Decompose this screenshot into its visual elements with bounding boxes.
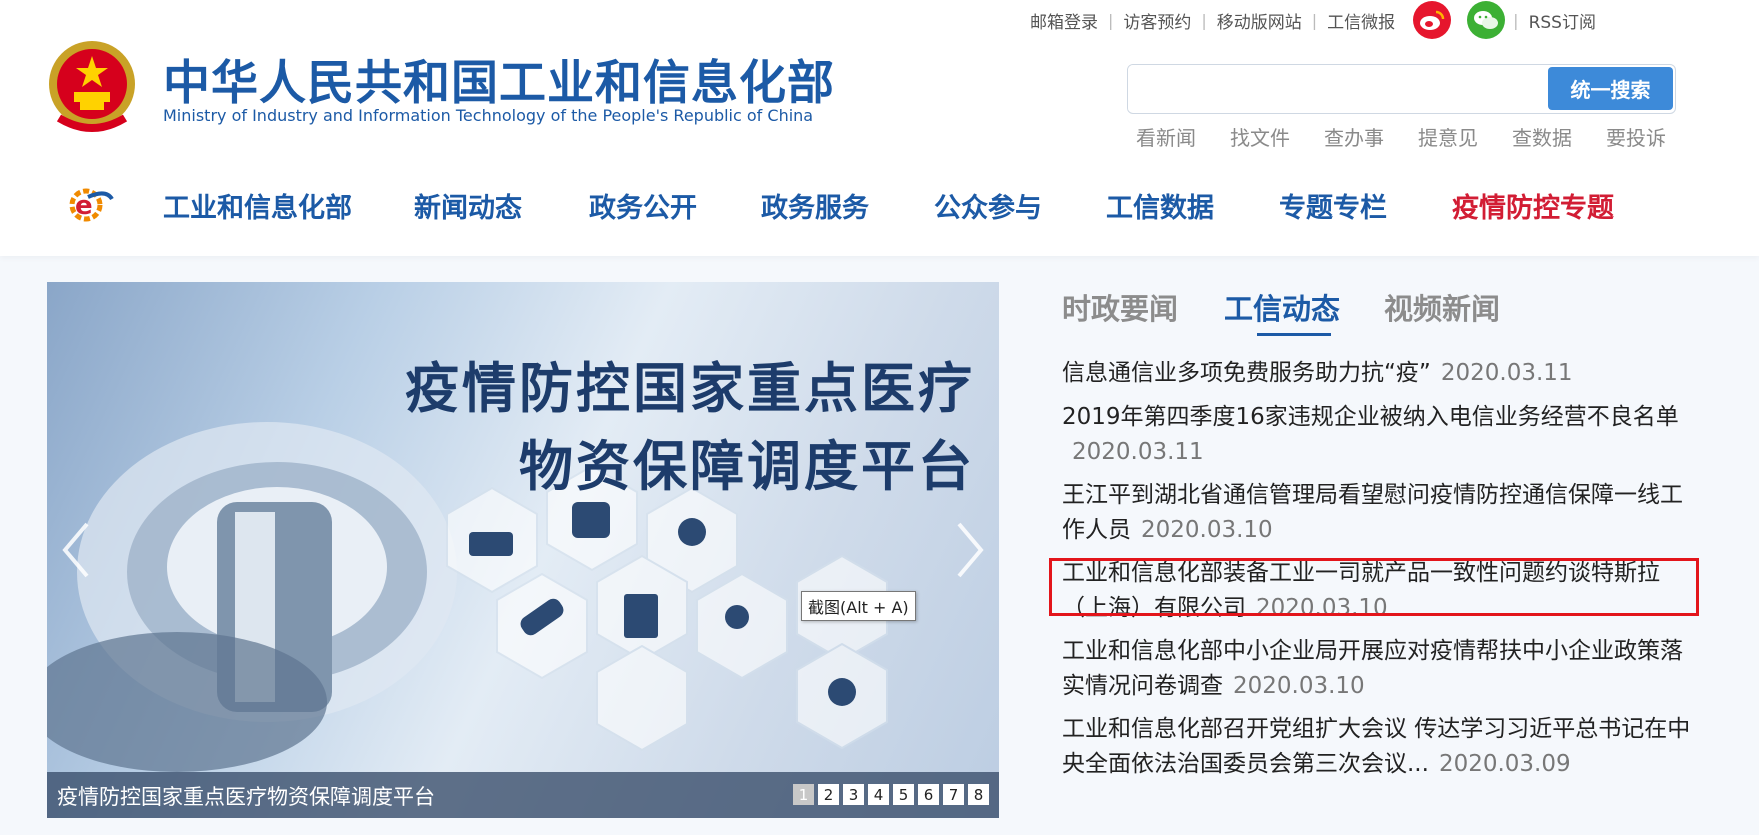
- screenshot-tooltip: 截图(Alt + A): [801, 591, 916, 621]
- tab-video-news[interactable]: 视频新闻: [1384, 286, 1500, 328]
- carousel-prev-arrow-icon[interactable]: [59, 520, 93, 580]
- quick-link-feedback[interactable]: 提意见: [1418, 122, 1478, 151]
- quick-links: 看新闻 找文件 查办事 提意见 查数据 要投诉: [1136, 122, 1700, 151]
- news-item[interactable]: 工业和信息化部中小企业局开展应对疫情帮扶中小企业政策落实情况问卷调查 2020.0…: [1062, 634, 1692, 704]
- ministry-name-cn[interactable]: 中华人民共和国工业和信息化部: [163, 44, 835, 113]
- news-item[interactable]: 工业和信息化部召开党组扩大会议 传达学习习近平总书记在中央全面依法治国委员会第三…: [1062, 712, 1692, 782]
- top-links: 邮箱登录 | 访客预约 | 移动版网站 | 工信微报 | RSS订阅: [1020, 1, 1606, 39]
- news-item[interactable]: 王江平到湖北省通信管理局看望慰问疫情防控通信保障一线工作人员 2020.03.10: [1062, 478, 1692, 548]
- banner-title-line1: 疫情防控国家重点医疗: [405, 357, 975, 420]
- nav-item-epidemic-topic[interactable]: 疫情防控专题: [1452, 186, 1614, 225]
- news-date: 2020.03.10: [1256, 595, 1388, 621]
- carousel-page-5[interactable]: 5: [893, 784, 914, 805]
- news-title[interactable]: 工业和信息化部召开党组扩大会议 传达学习习近平总书记在中央全面依法治国委员会第三…: [1062, 716, 1690, 777]
- national-emblem-logo[interactable]: [47, 38, 137, 134]
- news-date: 2020.03.09: [1438, 751, 1571, 777]
- unified-search-button[interactable]: 统一搜索: [1548, 67, 1673, 110]
- nav-item-miit-data[interactable]: 工信数据: [1106, 186, 1214, 225]
- carousel-page-7[interactable]: 7: [943, 784, 964, 805]
- carousel-page-3[interactable]: 3: [843, 784, 864, 805]
- mail-login-link[interactable]: 邮箱登录: [1020, 8, 1108, 33]
- ministry-name-en: Ministry of Industry and Information Tec…: [163, 106, 814, 125]
- rss-link[interactable]: RSS订阅: [1519, 8, 1606, 33]
- carousel-pager: 1 2 3 4 5 6 7 8: [789, 784, 989, 805]
- news-title[interactable]: 2019年第四季度16家违规企业被纳入电信业务经营不良名单: [1062, 404, 1679, 430]
- carousel-caption[interactable]: 疫情防控国家重点医疗物资保障调度平台: [57, 781, 435, 811]
- mobile-site-link[interactable]: 移动版网站: [1207, 8, 1312, 33]
- nav-item-news[interactable]: 新闻动态: [414, 186, 522, 225]
- carousel-page-1[interactable]: 1: [793, 784, 814, 805]
- tab-miit-updates[interactable]: 工信动态: [1224, 286, 1340, 328]
- quick-link-complaint[interactable]: 要投诉: [1606, 122, 1666, 151]
- nav-item-gov-open[interactable]: 政务公开: [589, 186, 697, 225]
- news-date: 2020.03.11: [1440, 360, 1573, 386]
- quick-link-services[interactable]: 查办事: [1324, 122, 1384, 151]
- carousel-next-arrow-icon[interactable]: [953, 520, 987, 580]
- wechat-icon[interactable]: [1467, 1, 1506, 39]
- news-item-highlighted[interactable]: 工业和信息化部装备工业一司就产品一致性问题约谈特斯拉（上海）有限公司 2020.0…: [1062, 556, 1692, 626]
- news-item[interactable]: 信息通信业多项免费服务助力抗“疫” 2020.03.11: [1062, 356, 1692, 391]
- carousel-caption-bar: 疫情防控国家重点医疗物资保障调度平台 1 2 3 4 5 6 7 8: [47, 772, 999, 818]
- carousel-page-6[interactable]: 6: [918, 784, 939, 805]
- quick-link-news[interactable]: 看新闻: [1136, 122, 1196, 151]
- banner-slide-title: 疫情防控国家重点医疗 物资保障调度平台: [405, 350, 975, 506]
- quick-link-files[interactable]: 找文件: [1230, 122, 1290, 151]
- visitor-booking-link[interactable]: 访客预约: [1113, 8, 1201, 33]
- miit-microreport-link[interactable]: 工信微报: [1317, 8, 1405, 33]
- quick-link-data[interactable]: 查数据: [1512, 122, 1572, 151]
- weibo-icon[interactable]: [1413, 1, 1452, 39]
- news-date: 2020.03.10: [1233, 673, 1365, 699]
- active-tab-indicator: [1257, 333, 1331, 336]
- e-gov-logo-icon[interactable]: e: [66, 183, 114, 227]
- banner-title-line2: 物资保障调度平台: [519, 435, 975, 498]
- search-input[interactable]: [1128, 65, 1538, 111]
- news-title[interactable]: 工业和信息化部中小企业局开展应对疫情帮扶中小企业政策落实情况问卷调查: [1062, 638, 1683, 699]
- news-title[interactable]: 信息通信业多项免费服务助力抗“疫”: [1062, 360, 1431, 386]
- nav-item-special-columns[interactable]: 专题专栏: [1279, 186, 1387, 225]
- carousel-page-2[interactable]: 2: [818, 784, 839, 805]
- nav-item-public-participation[interactable]: 公众参与: [934, 186, 1042, 225]
- nav-item-ministry[interactable]: 工业和信息化部: [163, 186, 352, 225]
- tab-political-news[interactable]: 时政要闻: [1062, 286, 1178, 328]
- search-box: 统一搜索: [1127, 64, 1676, 114]
- nav-item-gov-service[interactable]: 政务服务: [761, 186, 869, 225]
- banner-carousel[interactable]: 疫情防控国家重点医疗 物资保障调度平台 疫情防控国家重点医疗物资保障调度平台 1…: [47, 282, 999, 818]
- carousel-page-4[interactable]: 4: [868, 784, 889, 805]
- news-item[interactable]: 2019年第四季度16家违规企业被纳入电信业务经营不良名单 2020.03.11: [1062, 400, 1692, 470]
- news-date: 2020.03.10: [1141, 517, 1273, 543]
- news-date: 2020.03.11: [1072, 439, 1204, 465]
- carousel-page-8[interactable]: 8: [968, 784, 989, 805]
- site-header: 邮箱登录 | 访客预约 | 移动版网站 | 工信微报 | RSS订阅 中华人民共…: [0, 0, 1759, 256]
